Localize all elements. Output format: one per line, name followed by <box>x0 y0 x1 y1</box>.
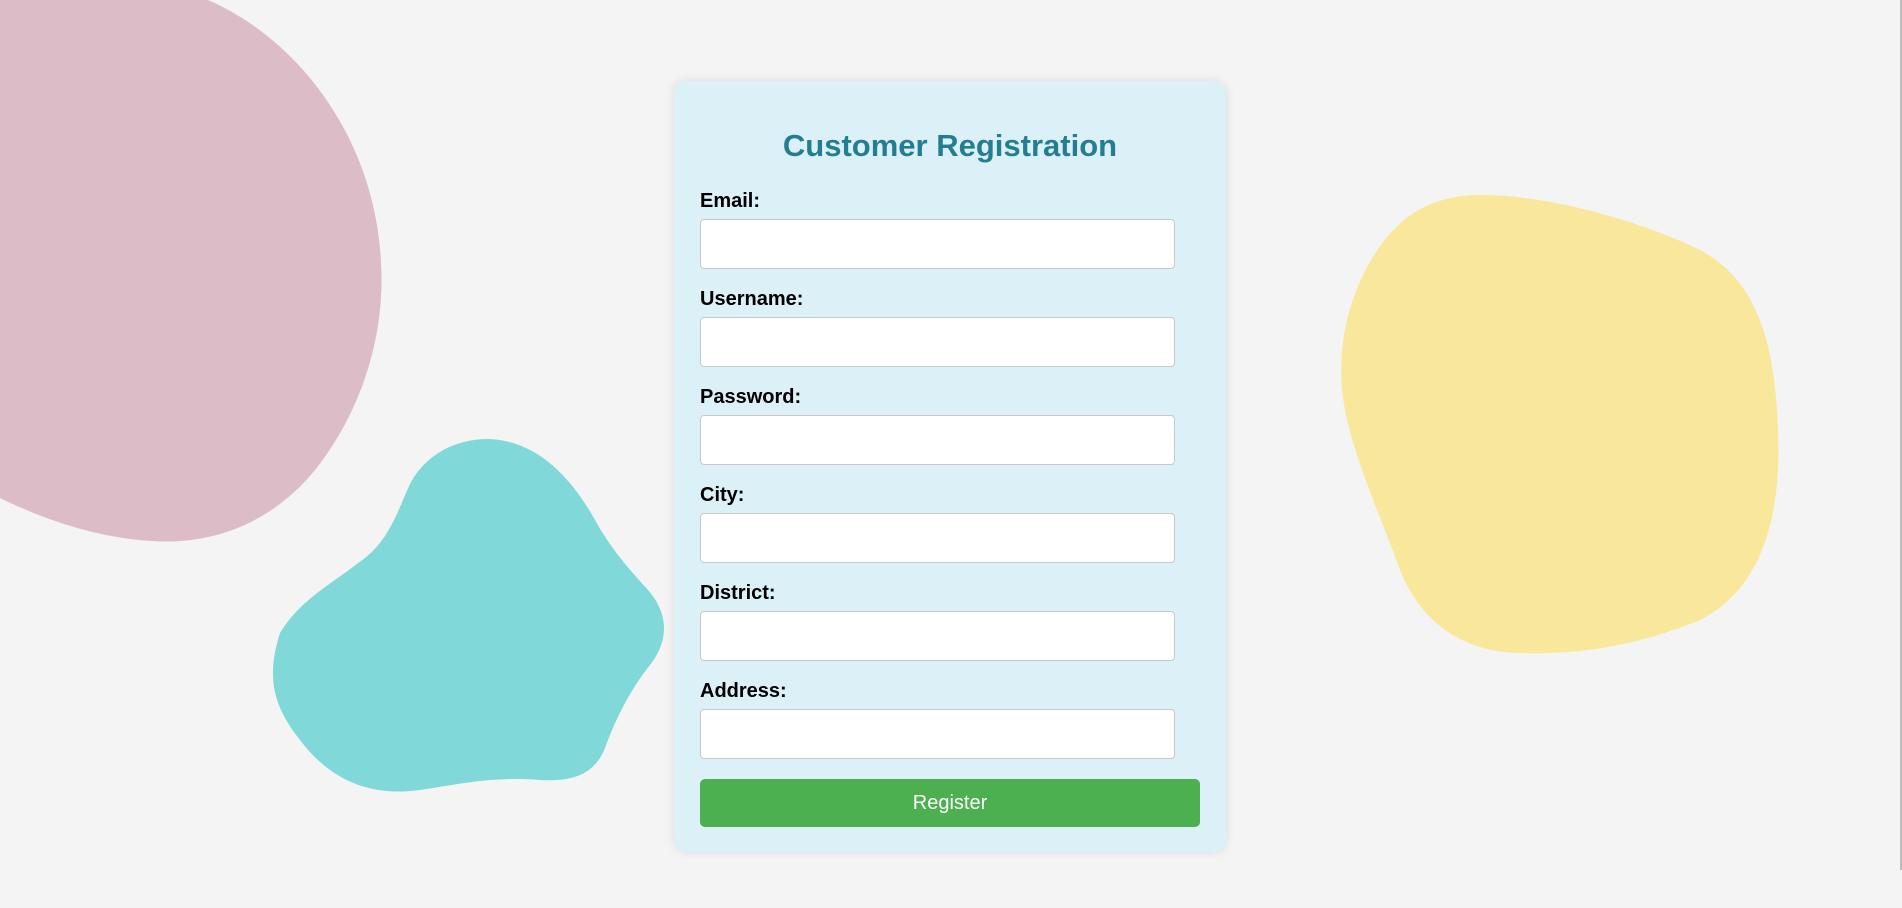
password-input[interactable] <box>700 415 1175 465</box>
form-title: Customer Registration <box>782 128 1118 163</box>
username-label: Username: <box>700 288 804 310</box>
district-label: District: <box>700 582 776 604</box>
address-input[interactable] <box>700 709 1175 759</box>
city-input[interactable] <box>700 513 1175 563</box>
teal-blob <box>272 439 664 792</box>
district-input[interactable] <box>700 611 1175 661</box>
password-label: Password: <box>700 386 802 408</box>
yellow-blob <box>1341 194 1779 654</box>
pink-blob <box>0 0 382 542</box>
username-input[interactable] <box>700 317 1175 367</box>
email-input[interactable] <box>700 219 1175 269</box>
register-button[interactable]: Register <box>700 779 1200 827</box>
address-label: Address: <box>700 680 787 702</box>
email-label: Email: <box>700 190 761 212</box>
registration-form-card: Customer Registration Email: Username: P… <box>674 81 1226 852</box>
city-label: City: <box>700 484 745 506</box>
